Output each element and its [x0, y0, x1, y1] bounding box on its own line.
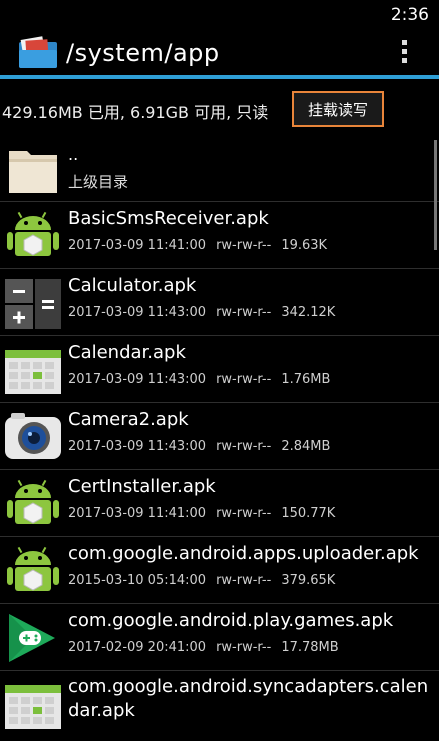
file-meta: 2017-03-09 11:41:00 rw-rw-r-- 150.77K [68, 506, 345, 521]
file-name: Camera2.apk [68, 409, 189, 430]
file-size: 17.78MB [281, 640, 339, 655]
android-robot-icon [7, 479, 59, 524]
parent-dir-name: .. [68, 145, 79, 164]
file-meta: 2017-03-09 11:41:00 rw-rw-r-- 19.63K [68, 238, 337, 253]
file-row[interactable]: CertInstaller.apk 2017-03-09 11:41:00 rw-… [0, 470, 439, 537]
parent-directory-row[interactable]: .. 上级目录 [0, 137, 439, 202]
file-size: 342.12K [281, 305, 336, 320]
folder-icon [9, 151, 57, 193]
storage-bar: 429.16MB 已用, 6.91GB 可用, 只读 挂载读写 [0, 79, 439, 137]
file-meta: 2017-03-09 11:43:00 rw-rw-r-- 2.84MB [68, 439, 340, 454]
file-date: 2015-03-10 05:14:00 [68, 573, 207, 588]
file-size: 150.77K [281, 506, 336, 521]
file-list: .. 上级目录 BasicSmsReceiver.apk 2017-03-09 … [0, 137, 439, 741]
file-meta: 2017-03-09 11:43:00 rw-rw-r-- 1.76MB [68, 372, 340, 387]
mount-rw-button[interactable]: 挂载读写 [292, 91, 384, 127]
file-name: com.google.android.play.games.apk [68, 610, 394, 631]
file-size: 1.76MB [281, 372, 331, 387]
file-row[interactable]: Camera2.apk 2017-03-09 11:43:00 rw-rw-r--… [0, 403, 439, 470]
file-size: 379.65K [281, 573, 336, 588]
file-permissions: rw-rw-r-- [216, 238, 272, 253]
file-meta: 2017-03-09 11:43:00 rw-rw-r-- 342.12K [68, 305, 345, 320]
file-permissions: rw-rw-r-- [216, 439, 272, 454]
storage-info: 429.16MB 已用, 6.91GB 可用, 只读 [2, 103, 269, 122]
file-date: 2017-02-09 20:41:00 [68, 640, 207, 655]
file-name: Calculator.apk [68, 275, 197, 296]
calendar-icon [5, 685, 61, 729]
file-row[interactable]: BasicSmsReceiver.apk 2017-03-09 11:41:00… [0, 202, 439, 269]
file-date: 2017-03-09 11:43:00 [68, 439, 207, 454]
file-permissions: rw-rw-r-- [216, 506, 272, 521]
file-manager-app-icon[interactable] [18, 36, 58, 70]
file-date: 2017-03-09 11:41:00 [68, 238, 207, 253]
file-permissions: rw-rw-r-- [216, 573, 272, 588]
file-date: 2017-03-09 11:43:00 [68, 305, 207, 320]
file-size: 19.63K [281, 238, 328, 253]
file-permissions: rw-rw-r-- [216, 640, 272, 655]
file-meta: 2015-03-10 05:14:00 rw-rw-r-- 379.65K [68, 573, 345, 588]
file-row[interactable]: Calculator.apk 2017-03-09 11:43:00 rw-rw-… [0, 269, 439, 336]
file-size: 2.84MB [281, 439, 331, 454]
file-name: CertInstaller.apk [68, 476, 216, 497]
calculator-icon [5, 279, 61, 329]
file-name: BasicSmsReceiver.apk [68, 208, 269, 229]
file-row[interactable]: com.google.android.apps.uploader.apk 201… [0, 537, 439, 604]
camera-icon [5, 413, 61, 459]
file-meta: 2017-02-09 20:41:00 rw-rw-r-- 17.78MB [68, 640, 349, 655]
clock: 2:36 [390, 5, 429, 25]
file-row[interactable]: com.google.android.play.games.apk 2017-0… [0, 604, 439, 671]
path-title: /system/app [66, 39, 220, 67]
file-date: 2017-03-09 11:43:00 [68, 372, 207, 387]
play-games-icon [9, 614, 55, 662]
parent-dir-label: 上级目录 [68, 173, 129, 191]
overflow-menu-icon[interactable] [399, 40, 409, 68]
status-bar: 2:36 [0, 0, 439, 30]
android-robot-icon [7, 546, 59, 591]
file-name: Calendar.apk [68, 342, 186, 363]
file-name: com.google.android.syncadapters.calendar… [68, 676, 429, 721]
file-permissions: rw-rw-r-- [216, 372, 272, 387]
file-row[interactable]: Calendar.apk 2017-03-09 11:43:00 rw-rw-r-… [0, 336, 439, 403]
file-name: com.google.android.apps.uploader.apk [68, 543, 419, 564]
file-date: 2017-03-09 11:41:00 [68, 506, 207, 521]
action-bar: /system/app [0, 30, 439, 76]
calendar-icon [5, 350, 61, 394]
scrollbar[interactable] [434, 140, 437, 250]
file-permissions: rw-rw-r-- [216, 305, 272, 320]
android-robot-icon [7, 211, 59, 256]
